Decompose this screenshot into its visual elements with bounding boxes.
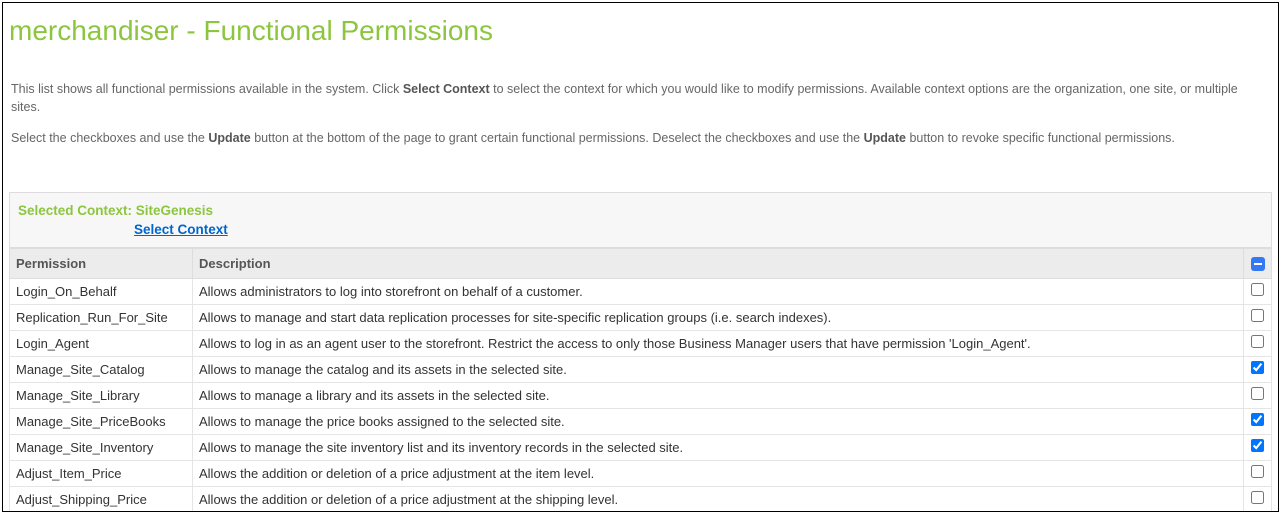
cell-description: Allows administrators to log into storef… — [193, 278, 1244, 304]
permission-checkbox[interactable] — [1251, 309, 1264, 322]
table-row: Login_Agent Allows to log in as an agent… — [10, 330, 1272, 356]
intro-paragraph-2: Select the checkboxes and use the Update… — [11, 130, 1270, 148]
cell-permission: Manage_Site_Inventory — [10, 434, 193, 460]
cell-check — [1244, 278, 1272, 304]
page-title: merchandiser - Functional Permissions — [3, 3, 1278, 51]
cell-description: Allows to manage the price books assigne… — [193, 408, 1244, 434]
cell-description: Allows to manage the catalog and its ass… — [193, 356, 1244, 382]
cell-description: Allows to log in as an agent user to the… — [193, 330, 1244, 356]
permission-checkbox[interactable] — [1251, 387, 1264, 400]
cell-permission: Adjust_Shipping_Price — [10, 486, 193, 512]
cell-description: Allows to manage and start data replicat… — [193, 304, 1244, 330]
table-row: Adjust_Item_Price Allows the addition or… — [10, 460, 1272, 486]
cell-description: Allows the addition or deletion of a pri… — [193, 486, 1244, 512]
permission-checkbox[interactable] — [1251, 413, 1264, 426]
intro-paragraph-1: This list shows all functional permissio… — [11, 81, 1270, 116]
intro-p2-b: Update — [208, 131, 250, 145]
context-label: Selected Context: — [18, 203, 136, 218]
header-permission: Permission — [10, 248, 193, 278]
cell-check — [1244, 382, 1272, 408]
permission-checkbox[interactable] — [1251, 439, 1264, 452]
cell-permission: Replication_Run_For_Site — [10, 304, 193, 330]
cell-permission: Login_Agent — [10, 330, 193, 356]
cell-check — [1244, 408, 1272, 434]
table-row: Replication_Run_For_Site Allows to manag… — [10, 304, 1272, 330]
table-row: Manage_Site_Library Allows to manage a l… — [10, 382, 1272, 408]
header-description: Description — [193, 248, 1244, 278]
cell-description: Allows to manage the site inventory list… — [193, 434, 1244, 460]
table-row: Login_On_Behalf Allows administrators to… — [10, 278, 1272, 304]
cell-check — [1244, 304, 1272, 330]
permission-checkbox[interactable] — [1251, 335, 1264, 348]
table-row: Adjust_Shipping_Price Allows the additio… — [10, 486, 1272, 512]
cell-permission: Adjust_Item_Price — [10, 460, 193, 486]
permission-checkbox[interactable] — [1251, 283, 1264, 296]
cell-check — [1244, 460, 1272, 486]
cell-check — [1244, 356, 1272, 382]
intro-text: This list shows all functional permissio… — [3, 51, 1278, 168]
context-link-row: Select Context — [18, 218, 1263, 237]
select-context-link[interactable]: Select Context — [134, 222, 228, 237]
permission-checkbox[interactable] — [1251, 361, 1264, 374]
table-body: Login_On_Behalf Allows administrators to… — [10, 278, 1272, 512]
intro-p2-d: Update — [864, 131, 906, 145]
main-container: merchandiser - Functional Permissions Th… — [2, 2, 1279, 512]
intro-p2-e: button to revoke specific functional per… — [906, 131, 1175, 145]
context-box: Selected Context: SiteGenesis Select Con… — [9, 192, 1272, 248]
intro-p1-b: Select Context — [403, 82, 490, 96]
cell-check — [1244, 330, 1272, 356]
table-header-row: Permission Description — [10, 248, 1272, 278]
intro-p1-a: This list shows all functional permissio… — [11, 82, 403, 96]
permission-checkbox[interactable] — [1251, 465, 1264, 478]
permission-checkbox[interactable] — [1251, 491, 1264, 504]
intro-p2-c: button at the bottom of the page to gran… — [251, 131, 864, 145]
cell-permission: Login_On_Behalf — [10, 278, 193, 304]
cell-permission: Manage_Site_Catalog — [10, 356, 193, 382]
cell-check — [1244, 434, 1272, 460]
context-value: SiteGenesis — [136, 203, 213, 218]
selected-context-label: Selected Context: SiteGenesis — [18, 203, 1263, 218]
intro-p2-a: Select the checkboxes and use the — [11, 131, 208, 145]
cell-permission: Manage_Site_PriceBooks — [10, 408, 193, 434]
header-checkbox — [1244, 248, 1272, 278]
cell-description: Allows to manage a library and its asset… — [193, 382, 1244, 408]
cell-description: Allows the addition or deletion of a pri… — [193, 460, 1244, 486]
table-row: Manage_Site_Inventory Allows to manage t… — [10, 434, 1272, 460]
table-row: Manage_Site_PriceBooks Allows to manage … — [10, 408, 1272, 434]
table-row: Manage_Site_Catalog Allows to manage the… — [10, 356, 1272, 382]
master-checkbox-icon[interactable] — [1251, 257, 1265, 271]
cell-permission: Manage_Site_Library — [10, 382, 193, 408]
cell-check — [1244, 486, 1272, 512]
permissions-table: Permission Description Login_On_Behalf A… — [9, 248, 1272, 513]
